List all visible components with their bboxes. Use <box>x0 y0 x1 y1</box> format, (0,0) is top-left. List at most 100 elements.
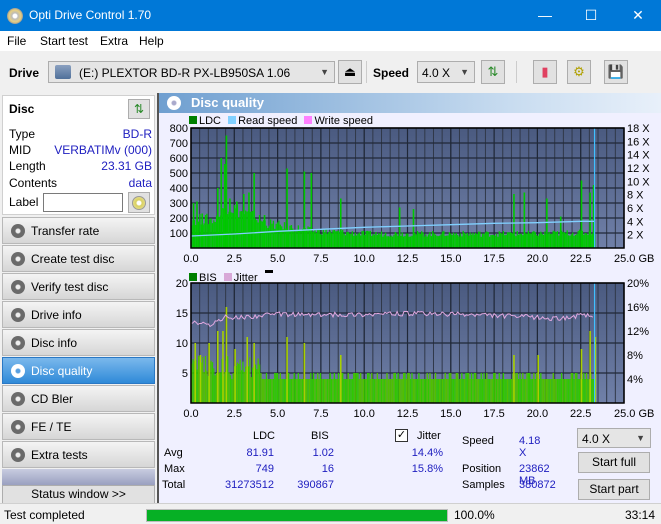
ldc-bar <box>343 233 345 248</box>
refresh-button[interactable]: ⇅ <box>481 60 505 84</box>
bis-bar <box>365 379 367 403</box>
ldc-bar <box>459 233 462 248</box>
nav-extra-tests[interactable]: Extra tests <box>2 441 155 468</box>
y2-tick-label: 2 X <box>627 230 644 242</box>
bis-bar <box>448 373 451 403</box>
bis-bar <box>470 373 473 403</box>
bis-bar <box>401 379 403 403</box>
ldc-bar <box>350 233 352 248</box>
maximize-button[interactable]: ☐ <box>568 0 614 31</box>
disc-row-contents: Contents data <box>9 176 152 190</box>
menu-help[interactable]: Help <box>139 34 164 48</box>
nav-verify-test-disc[interactable]: Verify test disc <box>2 273 155 300</box>
eject-button[interactable]: ⏏ <box>338 60 362 84</box>
menu-file[interactable]: File <box>7 34 26 48</box>
eraser-icon: ▮ <box>541 64 549 79</box>
ldc-bar <box>328 232 330 248</box>
bis-bar <box>264 379 266 403</box>
bis-bar <box>260 373 262 403</box>
status-window-button[interactable]: Status window >> <box>2 485 155 504</box>
ldc-bar <box>522 235 524 248</box>
bis-bar <box>228 372 230 403</box>
disc-label-button[interactable] <box>128 192 150 213</box>
bis-bar <box>461 373 463 403</box>
nav-transfer-rate[interactable]: Transfer rate <box>2 217 155 244</box>
save-button[interactable]: 💾 <box>604 60 628 84</box>
menu-extra[interactable]: Extra <box>100 34 128 48</box>
drive-select[interactable]: (E:) PLEXTOR BD-R PX-LB950SA 1.06 ▼ <box>48 61 335 83</box>
ldc-spike <box>589 192 591 248</box>
ldc-bar <box>391 236 394 248</box>
ldc-bar <box>518 234 520 248</box>
refresh-icon: ⇅ <box>487 64 499 79</box>
ldc-bar <box>382 236 384 248</box>
bis-bar <box>267 379 269 403</box>
close-button[interactable]: ✕ <box>615 0 661 31</box>
nav-disc-info[interactable]: Disc info <box>2 329 155 356</box>
bis-bar <box>389 379 391 403</box>
ldc-bar <box>452 232 455 248</box>
nav-create-test-disc[interactable]: Create test disc <box>2 245 155 272</box>
start-part-button[interactable]: Start part <box>578 479 650 500</box>
nav-drive-info[interactable]: Drive info <box>2 301 155 328</box>
bis-bar <box>373 379 376 403</box>
ldc-bar <box>556 231 559 248</box>
bis-bar <box>261 379 263 403</box>
bis-spike <box>216 331 219 403</box>
ldc-bar <box>419 233 421 248</box>
y2-tick-label: 8% <box>627 350 643 362</box>
ldc-bar <box>426 236 428 248</box>
bis-bar <box>390 379 392 403</box>
minimize-button[interactable]: — <box>522 0 568 31</box>
bis-bar <box>287 373 290 403</box>
disc-label-input[interactable] <box>43 193 123 212</box>
ldc-bar <box>455 233 457 248</box>
nav-disc-quality[interactable]: Disc quality <box>2 357 155 384</box>
ldc-bar <box>301 228 304 248</box>
jitter-checkbox[interactable]: ✓ <box>395 429 408 442</box>
erase-button[interactable]: ▮ <box>533 60 557 84</box>
speed-select[interactable]: 4.0 X ▼ <box>417 61 475 83</box>
bis-bar <box>312 373 315 403</box>
x-tick-label: 20.0 <box>527 253 548 265</box>
bis-bar <box>569 379 571 403</box>
ldc-spike <box>523 192 526 248</box>
bis-bar <box>566 379 568 403</box>
bis-bar <box>229 375 232 403</box>
disc-refresh-button[interactable]: ⇅ <box>128 99 150 119</box>
bis-bar <box>351 379 354 403</box>
bis-bar <box>294 379 297 403</box>
start-full-button[interactable]: Start full <box>578 452 650 473</box>
ldc-bar <box>548 232 550 248</box>
ldc-bar <box>585 233 588 248</box>
ldc-bar <box>232 213 234 248</box>
bis-bar <box>509 379 511 403</box>
bis-bar <box>450 373 452 403</box>
save-icon: 💾 <box>607 64 625 79</box>
y2-tick-label: 18 X <box>627 123 650 135</box>
bis-bar <box>459 379 462 403</box>
nav-label: Disc info <box>31 336 78 350</box>
nav-cd-bler[interactable]: CD Bler <box>2 385 155 412</box>
settings-button[interactable]: ⚙ <box>567 60 591 84</box>
bis-bar <box>379 379 381 403</box>
menu-start-test[interactable]: Start test <box>40 34 88 48</box>
bis-bar <box>276 373 279 403</box>
bis-bar <box>355 373 358 403</box>
x-tick-label: 0.0 <box>183 408 198 420</box>
bis-bar <box>416 379 419 403</box>
ldc-bar <box>466 233 469 248</box>
bis-bar <box>321 379 323 403</box>
ldc-bar <box>281 226 283 248</box>
ldc-bar <box>321 234 323 248</box>
bis-bar <box>329 373 331 403</box>
test-speed-select[interactable]: 4.0 X ▼ <box>577 428 651 448</box>
bis-bar <box>336 379 338 403</box>
ldc-bar <box>206 213 208 248</box>
nav-fe-te[interactable]: FE / TE <box>2 413 155 440</box>
ldc-bar <box>344 235 347 248</box>
ldc-bar <box>306 230 308 248</box>
ldc-bar <box>317 229 319 248</box>
ldc-spike <box>546 198 548 248</box>
x-tick-label: 2.5 <box>227 408 242 420</box>
